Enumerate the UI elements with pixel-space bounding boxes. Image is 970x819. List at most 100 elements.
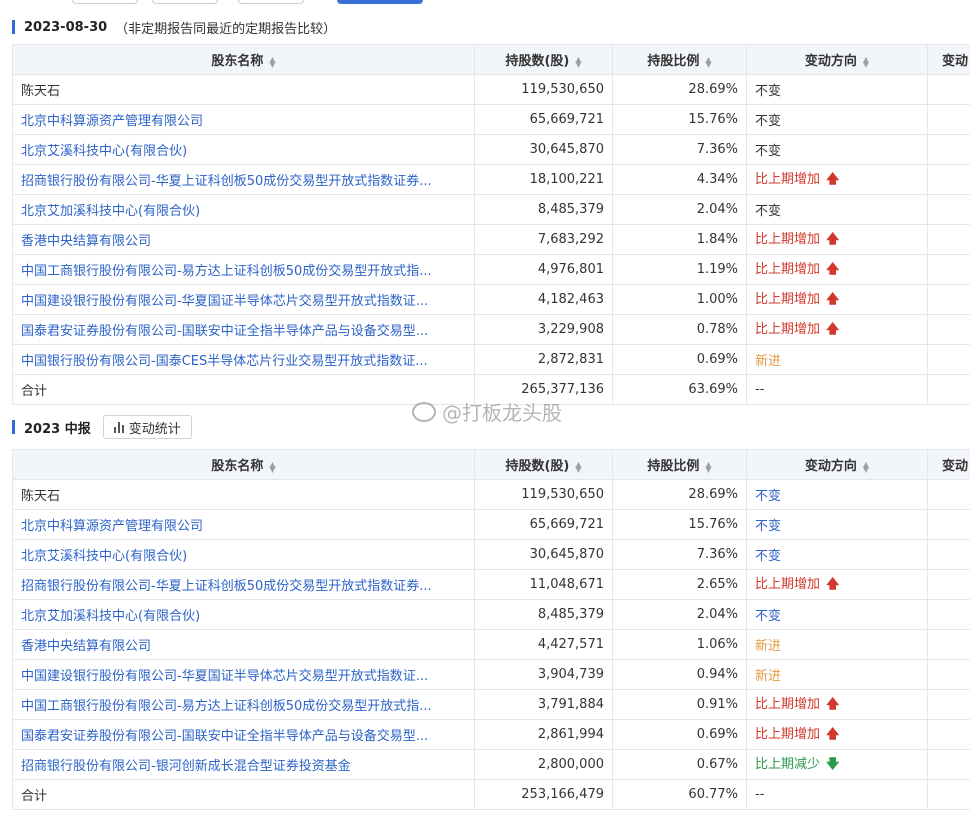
change-direction: 不变 bbox=[746, 194, 928, 225]
section-title-2023-interim: 2023 中报 变动统计 bbox=[12, 415, 192, 439]
shareholder-name[interactable]: 中国银行股份有限公司-国泰CES半导体芯片行业交易型开放式指数证... bbox=[12, 344, 475, 375]
column-header-label: 变动 bbox=[941, 54, 968, 69]
shareholder-table-2: 股东名称 ▲ ▼ 持股数(股) ▲ ▼ 持股比例 ▲ ▼ 变动方向 ▲ ▼ 变动 陈天石 119,530,… bbox=[12, 449, 970, 810]
change-direction: 不变 bbox=[746, 479, 928, 510]
shareholder-name[interactable]: 北京艾加溪科技中心(有限合伙) bbox=[12, 194, 475, 225]
shareholder-name[interactable]: 国泰君安证券股份有限公司-国联安中证全指半导体产品与设备交易型... bbox=[12, 314, 475, 345]
change-direction: 比上期增加 🡅 bbox=[746, 284, 928, 315]
change-direction-text: 新进 bbox=[755, 639, 782, 654]
share-ratio: 15.76% bbox=[612, 509, 747, 540]
shareholder-name: 陈天石 bbox=[12, 479, 475, 510]
column-header[interactable]: 股东名称 ▲ ▼ bbox=[12, 44, 475, 75]
change-direction-text: 比上期增加 bbox=[755, 696, 821, 712]
shareholder-name[interactable]: 招商银行股份有限公司-华夏上证科创板50成份交易型开放式指数证券... bbox=[12, 164, 475, 195]
column-header[interactable]: 持股比例 ▲ ▼ bbox=[612, 44, 747, 75]
change-direction-text: 比上期增加 bbox=[755, 231, 821, 247]
change-direction-text: 比上期增加 bbox=[755, 291, 821, 307]
table-row: 中国建设银行股份有限公司-华夏国证半导体芯片交易型开放式指数证... 3,904,… bbox=[12, 659, 970, 690]
shareholder-name[interactable]: 北京中科算源资产管理有限公司 bbox=[12, 104, 475, 135]
shareholder-name[interactable]: 香港中央结算有限公司 bbox=[12, 629, 475, 660]
sort-icon[interactable]: ▲ ▼ bbox=[705, 55, 711, 68]
share-ratio: 2.65% bbox=[612, 569, 747, 600]
sort-icon[interactable]: ▲ ▼ bbox=[269, 55, 275, 68]
table-row: 中国工商银行股份有限公司-易方达上证科创板50成份交易型开放式指... 4,976… bbox=[12, 254, 970, 285]
sort-icon[interactable]: ▲ ▼ bbox=[269, 460, 275, 473]
change-direction-text: 不变 bbox=[755, 549, 782, 564]
weibo-logo-icon bbox=[412, 401, 436, 422]
change-amount bbox=[927, 479, 970, 510]
share-count: 4,976,801 bbox=[474, 254, 613, 285]
column-header[interactable]: 持股数(股) ▲ ▼ bbox=[474, 44, 613, 75]
arrow-up-icon: 🡅 bbox=[826, 291, 840, 307]
sort-icon[interactable]: ▲ ▼ bbox=[575, 460, 581, 473]
change-amount bbox=[927, 509, 970, 540]
sort-icon[interactable]: ▲ ▼ bbox=[705, 460, 711, 473]
shareholder-name[interactable]: 香港中央结算有限公司 bbox=[12, 224, 475, 255]
share-count: 253,166,479 bbox=[474, 779, 613, 810]
change-direction-text: -- bbox=[755, 787, 765, 802]
table-row: 国泰君安证券股份有限公司-国联安中证全指半导体产品与设备交易型... 3,229,… bbox=[12, 314, 970, 345]
section-title-2023-08-30: 2023-08-30 （非定期报告同最近的定期报告比较） bbox=[12, 16, 336, 38]
share-count: 2,861,994 bbox=[474, 719, 613, 750]
shareholder-name[interactable]: 招商银行股份有限公司-银河创新成长混合型证券投资基金 bbox=[12, 749, 475, 780]
change-direction-text: 比上期增加 bbox=[755, 261, 821, 277]
change-direction-text: 比上期增加 bbox=[755, 726, 821, 742]
top-tab-button[interactable] bbox=[72, 0, 138, 4]
share-count: 18,100,221 bbox=[474, 164, 613, 195]
change-amount bbox=[927, 659, 970, 690]
table-row: 北京艾溪科技中心(有限合伙) 30,645,870 7.36% 不变 bbox=[12, 539, 970, 570]
shareholder-name[interactable]: 北京艾溪科技中心(有限合伙) bbox=[12, 539, 475, 570]
arrow-up-icon: 🡅 bbox=[826, 171, 840, 187]
sort-icon[interactable]: ▲ ▼ bbox=[863, 55, 869, 68]
share-ratio: 28.69% bbox=[612, 74, 747, 105]
table-row: 合计 253,166,479 60.77% -- bbox=[12, 779, 970, 810]
share-ratio: 2.04% bbox=[612, 194, 747, 225]
shareholder-name[interactable]: 招商银行股份有限公司-华夏上证科创板50成份交易型开放式指数证券... bbox=[12, 569, 475, 600]
share-count: 119,530,650 bbox=[474, 74, 613, 105]
shareholder-name[interactable]: 北京中科算源资产管理有限公司 bbox=[12, 509, 475, 540]
column-header[interactable]: 变动方向 ▲ ▼ bbox=[746, 44, 928, 75]
shareholder-name[interactable]: 国泰君安证券股份有限公司-国联安中证全指半导体产品与设备交易型... bbox=[12, 719, 475, 750]
share-ratio: 0.69% bbox=[612, 344, 747, 375]
top-tab-button[interactable] bbox=[152, 0, 218, 4]
column-header[interactable]: 变动方向 ▲ ▼ bbox=[746, 449, 928, 480]
column-header[interactable]: 变动 bbox=[927, 449, 970, 480]
change-amount bbox=[927, 569, 970, 600]
change-amount bbox=[927, 224, 970, 255]
section-marker bbox=[12, 420, 15, 434]
change-direction: 比上期增加 🡅 bbox=[746, 254, 928, 285]
watermark: @打板龙头股 bbox=[412, 397, 562, 426]
column-header[interactable]: 持股数(股) ▲ ▼ bbox=[474, 449, 613, 480]
share-count: 8,485,379 bbox=[474, 599, 613, 630]
table-row: 招商银行股份有限公司-银河创新成长混合型证券投资基金 2,800,000 0.67%… bbox=[12, 749, 970, 780]
arrow-up-icon: 🡅 bbox=[826, 231, 840, 247]
section-marker bbox=[12, 20, 15, 34]
shareholder-name[interactable]: 中国建设银行股份有限公司-华夏国证半导体芯片交易型开放式指数证... bbox=[12, 659, 475, 690]
share-ratio: 1.19% bbox=[612, 254, 747, 285]
column-header[interactable]: 变动 bbox=[927, 44, 970, 75]
change-amount bbox=[927, 314, 970, 345]
share-ratio: 1.06% bbox=[612, 629, 747, 660]
shareholder-name[interactable]: 中国工商银行股份有限公司-易方达上证科创板50成份交易型开放式指... bbox=[12, 689, 475, 720]
change-amount bbox=[927, 104, 970, 135]
share-count: 3,229,908 bbox=[474, 314, 613, 345]
shareholder-name[interactable]: 中国建设银行股份有限公司-华夏国证半导体芯片交易型开放式指数证... bbox=[12, 284, 475, 315]
column-header[interactable]: 股东名称 ▲ ▼ bbox=[12, 449, 475, 480]
change-direction: 不变 bbox=[746, 104, 928, 135]
column-header-label: 股东名称 bbox=[211, 54, 264, 69]
column-header[interactable]: 持股比例 ▲ ▼ bbox=[612, 449, 747, 480]
top-tab-button[interactable] bbox=[238, 0, 304, 4]
shareholder-name: 合计 bbox=[12, 374, 475, 405]
shareholder-name[interactable]: 北京艾溪科技中心(有限合伙) bbox=[12, 134, 475, 165]
top-tab-button-active[interactable] bbox=[337, 0, 423, 4]
section-note: （非定期报告同最近的定期报告比较） bbox=[115, 21, 337, 37]
table-row: 北京艾加溪科技中心(有限合伙) 8,485,379 2.04% 不变 bbox=[12, 599, 970, 630]
shareholder-name[interactable]: 中国工商银行股份有限公司-易方达上证科创板50成份交易型开放式指... bbox=[12, 254, 475, 285]
change-stats-button[interactable]: 变动统计 bbox=[102, 415, 192, 439]
sort-icon[interactable]: ▲ ▼ bbox=[863, 460, 869, 473]
table-row: 北京中科算源资产管理有限公司 65,669,721 15.76% 不变 bbox=[12, 509, 970, 540]
share-ratio: 0.69% bbox=[612, 719, 747, 750]
shareholder-name[interactable]: 北京艾加溪科技中心(有限合伙) bbox=[12, 599, 475, 630]
sort-icon[interactable]: ▲ ▼ bbox=[575, 55, 581, 68]
share-ratio: 15.76% bbox=[612, 104, 747, 135]
